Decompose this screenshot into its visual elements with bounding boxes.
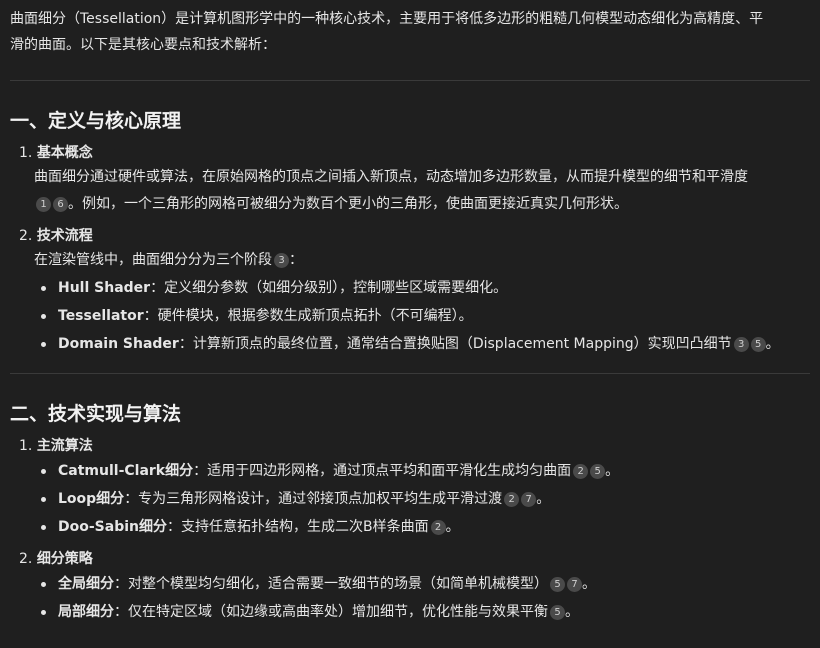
citation-badge[interactable]: 1 (36, 197, 51, 212)
section2-list: 1. 主流算法 Catmull-Clark细分：适用于四边形网格，通过顶点平均和… (10, 435, 810, 626)
bullet-desc: ：对整个模型均匀细化，适合需要一致细节的场景（如简单机械模型） (114, 576, 548, 592)
bullet-term: Hull Shader (58, 280, 151, 296)
step-number: 1. (19, 438, 33, 454)
step-label: 细分策略 (36, 551, 93, 567)
step-number: 2. (19, 228, 33, 244)
step-number: 1. (19, 145, 33, 161)
bullet-term: Domain Shader (58, 336, 179, 352)
list-item: Tessellator：硬件模块，根据参数生成新顶点拓扑（不可编程）。 (34, 302, 810, 330)
step-paragraph: 在渲染管线中，曲面细分分为三个阶段 3： (10, 247, 810, 274)
citation-badge[interactable]: 2 (504, 492, 520, 507)
step-label: 主流算法 (36, 438, 93, 454)
citation-badge[interactable]: 2 (430, 520, 446, 535)
step-heading: 2. 技术流程 (10, 225, 810, 247)
bullet-desc: ：定义细分参数（如细分级别），控制哪些区域需要细化。 (150, 280, 508, 296)
bullet-term: Tessellator (58, 308, 144, 324)
citation-badge[interactable]: 6 (53, 197, 68, 212)
bullet-list: Hull Shader：定义细分参数（如细分级别），控制哪些区域需要细化。 Te… (10, 274, 810, 358)
step-heading: 1. 基本概念 (10, 142, 810, 164)
citation-badge[interactable]: 3 (733, 337, 749, 352)
step-tech-flow: 2. 技术流程 在渲染管线中，曲面细分分为三个阶段 3： Hull Shader：… (10, 225, 810, 358)
citation-badge[interactable]: 3 (274, 253, 289, 268)
step-heading: 1. 主流算法 (10, 435, 810, 457)
citation-badge[interactable]: 5 (550, 605, 565, 620)
step-heading: 2. 细分策略 (10, 548, 810, 570)
section-title-implementation: 二、技术实现与算法 (10, 403, 182, 425)
chat-response: 曲面细分（Tessellation）是计算机图形学中的一种核心技术，主要用于将低… (10, 0, 810, 626)
citation-badge[interactable]: 5 (590, 464, 606, 479)
list-item: Hull Shader：定义细分参数（如细分级别），控制哪些区域需要细化。 (34, 274, 810, 302)
bullet-tail: 。 (582, 576, 596, 592)
step-label: 技术流程 (36, 228, 93, 244)
list-item: Catmull-Clark细分：适用于四边形网格，通过顶点平均和面平滑化生成均匀… (34, 457, 810, 485)
citation-badge[interactable]: 5 (550, 577, 565, 592)
section-title-definition: 一、定义与核心原理 (10, 110, 182, 132)
bullet-term: Catmull-Clark细分 (58, 463, 194, 479)
citation-badge[interactable]: 2 (573, 464, 589, 479)
divider (10, 80, 810, 81)
bullet-tail: 。 (565, 604, 579, 620)
step-number: 2. (19, 551, 33, 567)
bullet-tail: 。 (765, 336, 780, 352)
divider (10, 373, 810, 374)
bullet-term: 局部细分 (58, 604, 114, 620)
step-subdivision-strategy: 2. 细分策略 全局细分：对整个模型均匀细化，适合需要一致细节的场景（如简单机械… (10, 548, 810, 626)
bullet-term: Doo-Sabin细分 (58, 519, 167, 535)
citation-badge[interactable]: 7 (521, 492, 537, 507)
list-item: 全局细分：对整个模型均匀细化，适合需要一致细节的场景（如简单机械模型） 5 7。 (34, 570, 810, 598)
step-paragraph: 曲面细分通过硬件或算法，在原始网格的顶点之间插入新顶点，动态增加多边形数量，从而… (10, 164, 810, 218)
list-item: Loop细分：专为三角形网格设计，通过邻接顶点加权平均生成平滑过渡 2 7。 (34, 485, 810, 513)
step-main-algorithms: 1. 主流算法 Catmull-Clark细分：适用于四边形网格，通过顶点平均和… (10, 435, 810, 541)
bullet-desc: ：计算新顶点的最终位置，通常结合置换贴图（Displacement Mappin… (178, 336, 732, 352)
list-item: Doo-Sabin细分：支持任意拓扑结构，生成二次B样条曲面 2。 (34, 513, 810, 541)
bullet-desc: ：适用于四边形网格，通过顶点平均和面平滑化生成均匀曲面 (193, 463, 572, 479)
list-item: Domain Shader：计算新顶点的最终位置，通常结合置换贴图（Displa… (34, 330, 810, 358)
section1-list: 1. 基本概念 曲面细分通过硬件或算法，在原始网格的顶点之间插入新顶点，动态增加… (10, 142, 810, 358)
bullet-desc: ：支持任意拓扑结构，生成二次B样条曲面 (167, 519, 429, 535)
list-item: 局部细分：仅在特定区域（如边缘或高曲率处）增加细节，优化性能与效果平衡 5。 (34, 598, 810, 626)
bullet-term: Loop细分 (58, 491, 125, 507)
citation-badge[interactable]: 7 (567, 577, 582, 592)
bullet-term: 全局细分 (58, 576, 114, 592)
bullet-list: Catmull-Clark细分：适用于四边形网格，通过顶点平均和面平滑化生成均匀… (10, 457, 810, 541)
citation-badge[interactable]: 5 (750, 337, 766, 352)
paragraph-text: 。例如，一个三角形的网格可被细分为数百个更小的三角形，使曲面更接近真实几何形状。 (68, 196, 628, 212)
paragraph-text: 在渲染管线中，曲面细分分为三个阶段 (34, 252, 272, 268)
bullet-desc: ：专为三角形网格设计，通过邻接顶点加权平均生成平滑过渡 (124, 491, 503, 507)
bullet-list: 全局细分：对整个模型均匀细化，适合需要一致细节的场景（如简单机械模型） 5 7。 局… (10, 570, 810, 626)
intro-paragraph: 曲面细分（Tessellation）是计算机图形学中的一种核心技术，主要用于将低… (10, 0, 810, 58)
intro-line-1: 曲面细分（Tessellation）是计算机图形学中的一种核心技术，主要用于将低… (10, 11, 764, 27)
bullet-desc: ：仅在特定区域（如边缘或高曲率处）增加细节，优化性能与效果平衡 (114, 604, 548, 620)
paragraph-text: ： (289, 252, 303, 268)
bullet-tail: 。 (605, 463, 620, 479)
bullet-tail: 。 (445, 519, 460, 535)
intro-line-2: 滑的曲面。以下是其核心要点和技术解析： (10, 37, 276, 53)
bullet-desc: ：硬件模块，根据参数生成新顶点拓扑（不可编程）。 (143, 308, 473, 324)
step-basic-concept: 1. 基本概念 曲面细分通过硬件或算法，在原始网格的顶点之间插入新顶点，动态增加… (10, 142, 810, 218)
bullet-tail: 。 (536, 491, 551, 507)
step-label: 基本概念 (36, 145, 93, 161)
paragraph-text: 曲面细分通过硬件或算法，在原始网格的顶点之间插入新顶点，动态增加多边形数量，从而… (34, 169, 748, 185)
